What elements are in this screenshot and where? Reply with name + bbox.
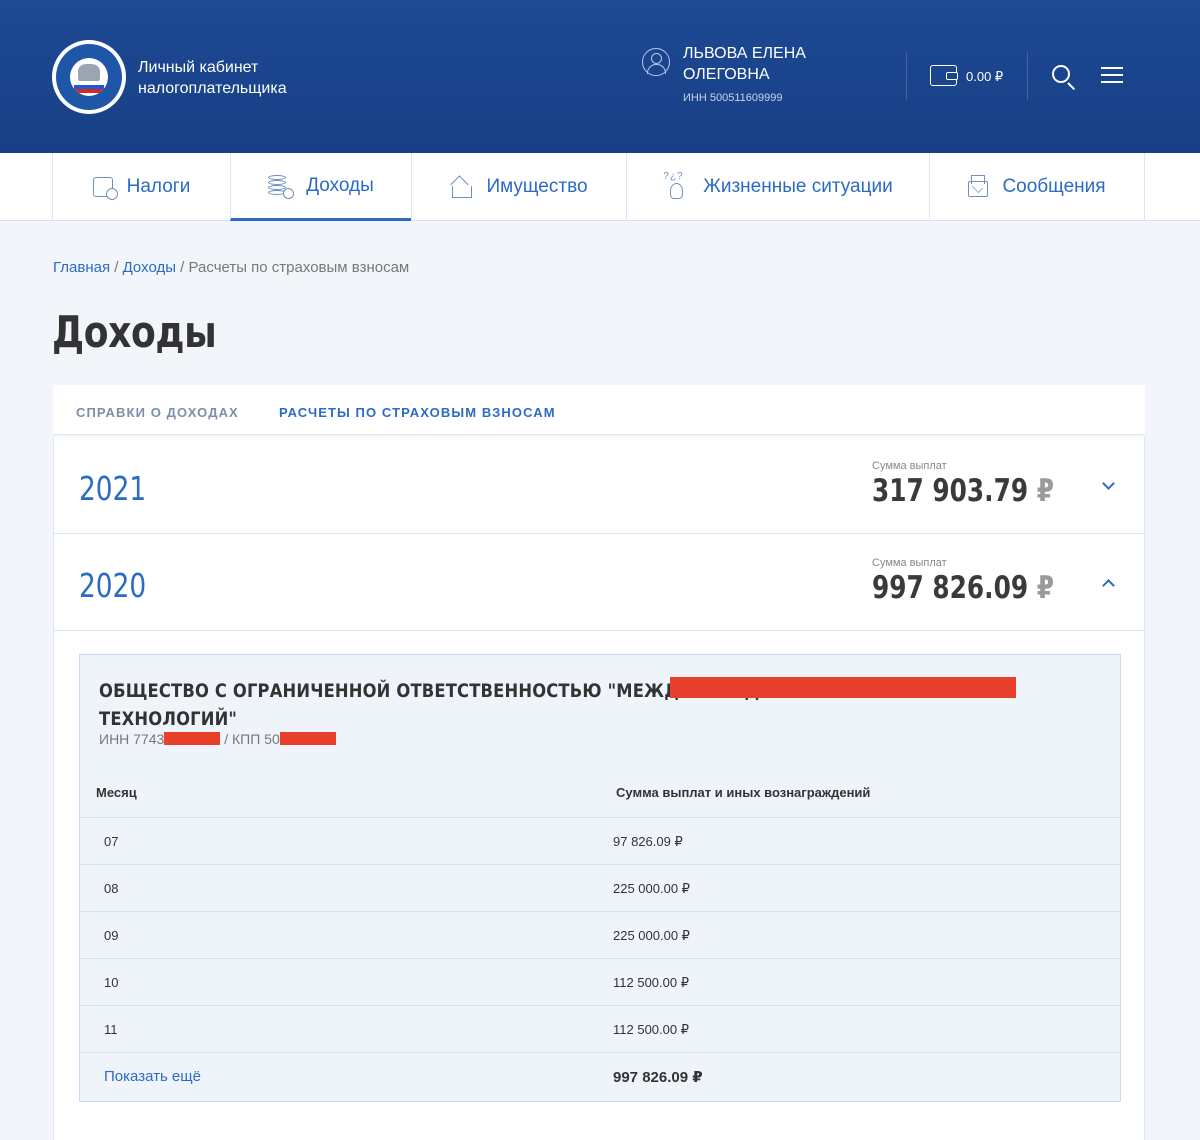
house-icon: [450, 177, 473, 198]
chevron-down-icon[interactable]: [1102, 477, 1115, 490]
breadcrumb-home[interactable]: Главная: [53, 259, 110, 276]
ruble-sign: ₽: [1036, 570, 1055, 606]
year-row-2020[interactable]: 2020 Сумма выплат 997 826.09 ₽: [54, 534, 1144, 631]
sum-label: Сумма выплат: [872, 557, 947, 569]
nav-item-life-situations[interactable]: Жизненные ситуации: [626, 153, 929, 221]
nav-item-label: Доходы: [306, 174, 374, 196]
redaction-mark: [279, 732, 336, 745]
user-name-line-2: ОЛЕГОВНА: [683, 66, 770, 83]
eagle-emblem-icon: [78, 64, 100, 82]
inn-prefix: ИНН 7743: [99, 731, 165, 747]
table-row: 11 112 500.00 ₽: [80, 1006, 1120, 1053]
nav-item-messages[interactable]: Сообщения: [929, 153, 1145, 221]
coins-icon: [268, 174, 295, 199]
redaction-mark: [670, 677, 1016, 698]
header-divider: [1027, 52, 1028, 100]
sum-label: Сумма выплат: [872, 460, 947, 472]
user-name[interactable]: ЛЬВОВА ЕЛЕНА ОЛЕГОВНА: [683, 43, 873, 85]
top-header: Личный кабинет налогоплательщика ЛЬВОВА …: [0, 0, 1200, 153]
page-title: Доходы: [52, 307, 217, 358]
nav-item-label: Налоги: [126, 176, 191, 197]
sum-value: 317 903.79 ₽: [872, 473, 1054, 509]
year-label: 2021: [79, 469, 147, 508]
envelope-icon: [968, 175, 989, 197]
user-inn: ИНН 500511609999: [683, 92, 783, 104]
column-amount: Сумма выплат и иных вознаграждений: [616, 785, 871, 800]
table-row: 09 225 000.00 ₽: [80, 912, 1120, 959]
amount-cell: 97 826.09 ₽: [613, 834, 683, 849]
table-row: 10 112 500.00 ₽: [80, 959, 1120, 1006]
breadcrumb-separator: /: [110, 259, 123, 276]
organization-ids: ИНН 7743 / КПП 50: [99, 731, 336, 747]
calculator-icon: [92, 177, 118, 200]
search-icon[interactable]: [1052, 65, 1070, 83]
breadcrumb: Главная / Доходы / Расчеты по страховым …: [53, 259, 409, 276]
table-header: Месяц Сумма выплат и иных вознаграждений: [80, 776, 1120, 818]
nav-item-taxes[interactable]: Налоги: [52, 153, 230, 221]
amount-cell: 112 500.00 ₽: [613, 1022, 689, 1037]
fns-logo[interactable]: [52, 40, 126, 114]
year-row-2021[interactable]: 2021 Сумма выплат 317 903.79 ₽: [54, 437, 1144, 534]
sum-amount: 997 826.09: [872, 570, 1029, 606]
nav-item-label: Имущество: [486, 176, 588, 197]
user-name-line-1: ЛЬВОВА ЕЛЕНА: [683, 45, 806, 62]
brand-line-1: Личный кабинет: [138, 59, 259, 76]
income-subtabs: СПРАВКИ О ДОХОДАХ РАСЧЕТЫ ПО СТРАХОВЫМ В…: [53, 385, 1145, 435]
table-footer: Показать ещё 997 826.09 ₽: [80, 1053, 1120, 1101]
main-nav: Налоги Доходы Имущество Жизненные ситуац…: [0, 153, 1200, 221]
nav-item-label: Жизненные ситуации: [703, 176, 893, 197]
wallet-icon[interactable]: [930, 65, 958, 86]
tab-insurance-calculations[interactable]: РАСЧЕТЫ ПО СТРАХОВЫМ ВЗНОСАМ: [279, 405, 556, 420]
month-cell: 07: [104, 834, 119, 849]
brand-title[interactable]: Личный кабинет налогоплательщика: [138, 57, 287, 99]
table-row: 07 97 826.09 ₽: [80, 818, 1120, 865]
organization-name-line-2: ТЕХНОЛОГИЙ": [99, 708, 238, 730]
balance-amount[interactable]: 0.00 ₽: [966, 69, 1003, 85]
ruble-sign: ₽: [1036, 473, 1055, 509]
amount-cell: 225 000.00 ₽: [613, 928, 690, 943]
month-cell: 11: [104, 1022, 118, 1037]
kpp-prefix: / КПП 50: [220, 731, 280, 747]
amount-cell: 112 500.00 ₽: [613, 975, 689, 990]
years-panel: 2021 Сумма выплат 317 903.79 ₽ 2020 Сумм…: [53, 437, 1145, 1140]
header-divider: [906, 52, 907, 100]
amount-cell: 225 000.00 ₽: [613, 881, 690, 896]
person-questions-icon: [663, 171, 689, 199]
tab-income-certificates[interactable]: СПРАВКИ О ДОХОДАХ: [76, 405, 239, 420]
nav-item-label: Сообщения: [1002, 176, 1106, 197]
russian-flag-icon: [74, 81, 104, 93]
breadcrumb-separator: /: [176, 259, 189, 276]
year-label: 2020: [79, 566, 147, 605]
hamburger-menu-icon[interactable]: [1101, 67, 1123, 84]
user-avatar-icon[interactable]: [642, 48, 670, 76]
month-cell: 08: [104, 881, 119, 896]
redaction-mark: [164, 732, 221, 745]
show-more-link[interactable]: Показать ещё: [104, 1068, 201, 1085]
month-cell: 10: [104, 975, 119, 990]
organization-card: ОБЩЕСТВО С ОГРАНИЧЕННОЙ ОТВЕТСТВЕННОСТЬЮ…: [79, 654, 1121, 1102]
total-amount: 997 826.09 ₽: [613, 1069, 703, 1086]
sum-amount: 317 903.79: [872, 473, 1029, 509]
nav-item-property[interactable]: Имущество: [411, 153, 626, 221]
sum-value: 997 826.09 ₽: [872, 570, 1054, 606]
nav-item-income[interactable]: Доходы: [230, 153, 411, 221]
breadcrumb-income[interactable]: Доходы: [123, 259, 176, 276]
column-month: Месяц: [96, 785, 137, 800]
breadcrumb-current: Расчеты по страховым взносам: [188, 259, 410, 276]
table-row: 08 225 000.00 ₽: [80, 865, 1120, 912]
brand-line-2: налогоплательщика: [138, 80, 287, 97]
month-cell: 09: [104, 928, 119, 943]
chevron-up-icon[interactable]: [1102, 579, 1115, 592]
